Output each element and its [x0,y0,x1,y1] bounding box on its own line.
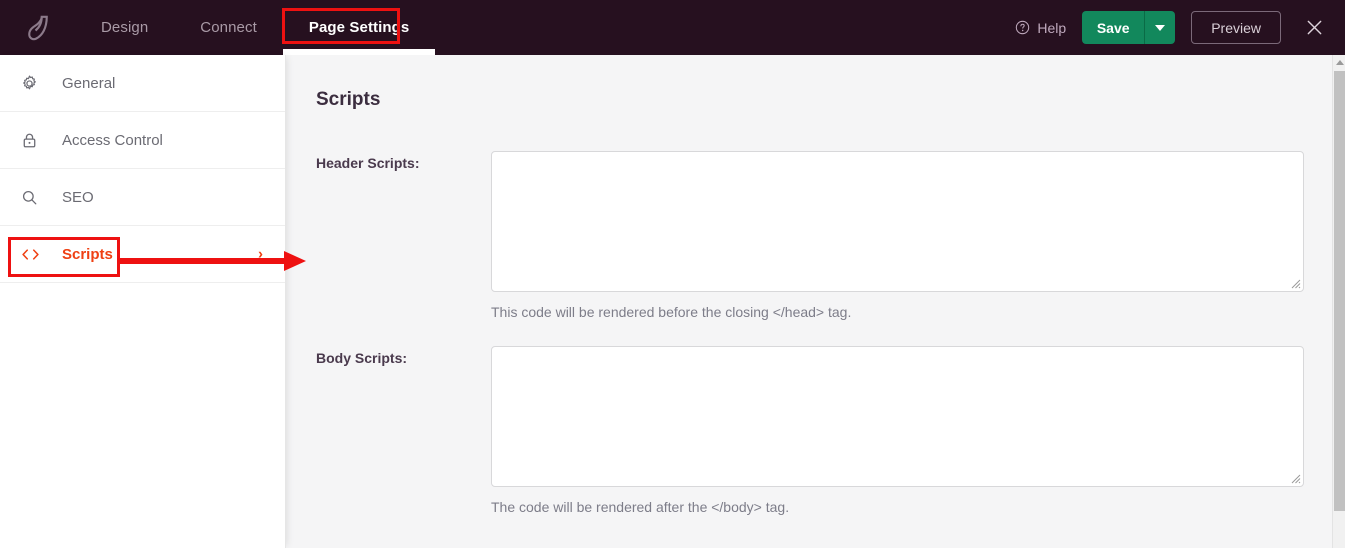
nav-tab-page-settings[interactable]: Page Settings [282,0,436,55]
body-scripts-label: Body Scripts: [316,350,408,366]
sidebar-item-access-control[interactable]: Access Control [0,112,285,169]
app-logo[interactable] [0,0,75,55]
body-area: General Access Control SEO Scripts › Scr… [0,55,1345,548]
sidebar-item-seo-label: SEO [62,188,94,206]
nav-tab-design[interactable]: Design [75,0,174,55]
save-dropdown-button[interactable] [1144,11,1175,44]
chevron-down-icon [1155,24,1166,31]
save-button-label: Save [1096,19,1130,36]
scrollbar-up-button[interactable] [1333,55,1345,70]
preview-button[interactable]: Preview [1191,11,1281,44]
lock-icon [20,131,50,150]
field-row-body-scripts: Body Scripts: The code will be rendered … [316,346,1345,541]
help-button[interactable]: Help [1015,20,1066,36]
sidebar-item-access-control-label: Access Control [62,131,163,149]
main-nav-tabs: Design Connect Page Settings [75,0,435,55]
save-button-group: Save [1082,11,1176,44]
body-scripts-hint: The code will be rendered after the </bo… [491,499,790,515]
sidebar-item-general-label: General [62,74,116,92]
scroll-up-arrow-icon [1335,60,1344,65]
save-button[interactable]: Save [1082,11,1144,44]
scrollbar-thumb[interactable] [1334,71,1345,511]
top-bar: Design Connect Page Settings Help Save P… [0,0,1345,55]
code-icon [20,245,50,264]
leaf-logo-icon [27,15,48,40]
search-icon [20,188,50,207]
body-scripts-wrapper [491,346,1304,487]
nav-tab-connect[interactable]: Connect [174,0,283,55]
nav-tab-design-label: Design [101,19,149,36]
gear-icon [20,74,50,93]
page-title: Scripts [316,89,381,110]
sidebar-item-scripts-label: Scripts [62,245,113,263]
chevron-right-icon: › [258,245,263,263]
header-scripts-label: Header Scripts: [316,155,420,171]
sidebar-item-general[interactable]: General [0,55,285,112]
header-scripts-wrapper [491,151,1304,292]
header-scripts-hint: This code will be rendered before the cl… [491,304,852,320]
close-button[interactable] [1299,11,1329,45]
content-scrollbar[interactable] [1332,55,1345,548]
settings-sidebar: General Access Control SEO Scripts › [0,55,286,548]
body-scripts-input[interactable] [491,346,1304,487]
help-label: Help [1037,19,1067,36]
sidebar-item-scripts[interactable]: Scripts › [0,226,285,283]
sidebar-item-seo[interactable]: SEO [0,169,285,226]
header-scripts-input[interactable] [491,151,1304,292]
close-icon [1307,20,1321,35]
question-circle-icon [1016,20,1030,35]
settings-content-pane: Scripts Header Scripts: This code will b… [286,55,1345,548]
app-root: Design Connect Page Settings Help Save P… [0,0,1345,548]
nav-tab-page-settings-label: Page Settings [308,19,410,36]
field-row-header-scripts: Header Scripts: This code will be render… [316,151,1345,346]
top-bar-actions: Help Save Preview [1015,0,1345,55]
nav-tab-connect-label: Connect [200,19,257,36]
preview-button-label: Preview [1211,19,1261,36]
